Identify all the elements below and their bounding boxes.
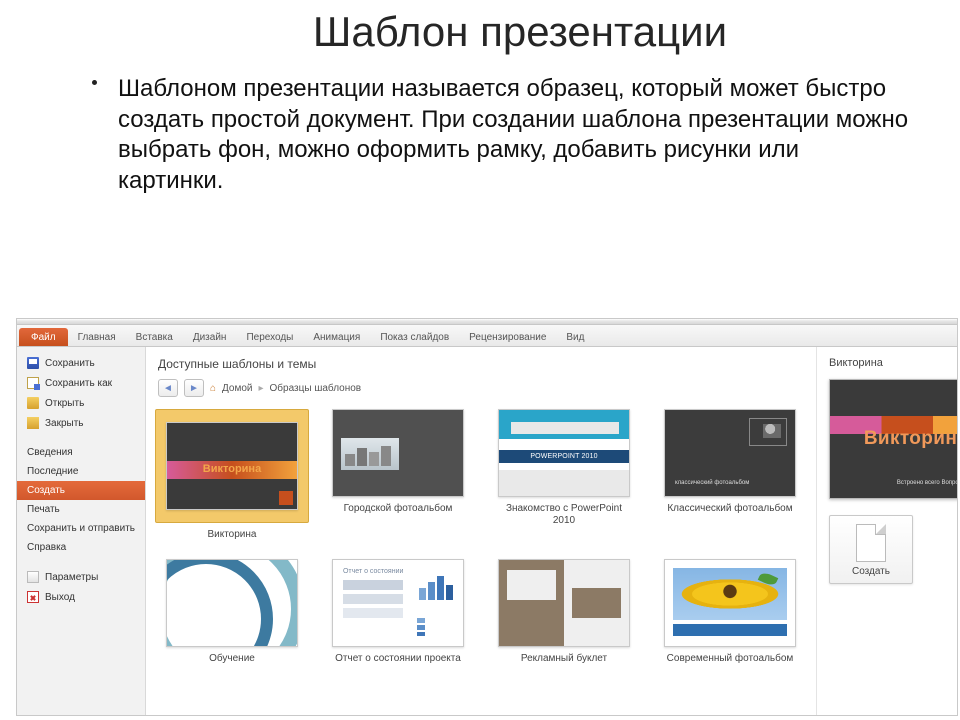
sidebar-options[interactable]: Параметры bbox=[17, 567, 145, 587]
save-as-icon bbox=[27, 377, 39, 389]
sidebar-exit-label: Выход bbox=[45, 592, 75, 603]
template-viktorina[interactable]: Викторина bbox=[158, 409, 306, 541]
template-label: Обучение bbox=[209, 653, 255, 665]
template-thumb: Современный фотоальбом bbox=[664, 559, 796, 647]
ribbon-tab-slideshow[interactable]: Показ слайдов bbox=[370, 328, 459, 346]
sidebar-exit[interactable]: Выход bbox=[17, 587, 145, 607]
slide-paragraph: Шаблоном презентации называется образец,… bbox=[118, 75, 908, 194]
thumb-caption: Отчет о состоянии bbox=[343, 568, 403, 575]
template-thumb bbox=[498, 559, 630, 647]
template-thumb bbox=[332, 409, 464, 497]
nav-back-button[interactable]: ◄ bbox=[158, 379, 178, 397]
sidebar-recent-label: Последние bbox=[27, 466, 78, 477]
chevron-right-icon: ▸ bbox=[259, 383, 264, 394]
sidebar-help[interactable]: Справка bbox=[17, 538, 145, 557]
options-icon bbox=[27, 571, 39, 583]
ppt-badge: POWERPOINT 2010 bbox=[499, 450, 629, 463]
ribbon-tab-transitions[interactable]: Переходы bbox=[236, 328, 303, 346]
ribbon-tab-home[interactable]: Главная bbox=[68, 328, 126, 346]
save-icon bbox=[27, 357, 39, 369]
sidebar-create[interactable]: Создать bbox=[17, 481, 145, 500]
sidebar-save[interactable]: Сохранить bbox=[17, 353, 145, 373]
app-window: Файл Главная Вставка Дизайн Переходы Ани… bbox=[16, 318, 958, 716]
preview-small-label: Встроено всего Вопросы и ответы bbox=[897, 480, 958, 488]
template-powerpoint-intro[interactable]: POWERPOINT 2010 Знакомство с PowerPoint … bbox=[490, 409, 638, 541]
template-education[interactable]: Обучение bbox=[158, 559, 306, 665]
template-modern-album[interactable]: Современный фотоальбом Современный фотоа… bbox=[656, 559, 804, 665]
sidebar-share[interactable]: Сохранить и отправить bbox=[17, 519, 145, 538]
template-thumb: POWERPOINT 2010 bbox=[498, 409, 630, 497]
breadcrumb-home[interactable]: Домой bbox=[222, 383, 252, 394]
template-label: Городской фотоальбом bbox=[344, 503, 453, 515]
sidebar-info-label: Сведения bbox=[27, 447, 73, 458]
template-classic-album[interactable]: классический фотоальбом Классический фот… bbox=[656, 409, 804, 541]
sidebar-print[interactable]: Печать bbox=[17, 500, 145, 519]
sidebar-recent[interactable]: Последние bbox=[17, 462, 145, 481]
slide-body: Шаблоном презентации называется образец,… bbox=[0, 56, 960, 197]
thumb-caption: классический фотоальбом bbox=[675, 480, 749, 486]
nav-forward-button[interactable]: ► bbox=[184, 379, 204, 397]
ribbon-tab-animation[interactable]: Анимация bbox=[303, 328, 370, 346]
template-label: Отчет о состоянии проекта bbox=[335, 653, 461, 665]
template-label: Викторина bbox=[207, 529, 256, 541]
template-label: Рекламный буклет bbox=[521, 653, 607, 665]
sidebar-help-label: Справка bbox=[27, 542, 66, 553]
template-city-album[interactable]: Городской фотоальбом bbox=[324, 409, 472, 541]
template-project-report[interactable]: Отчет о состоянии Отчет о состоянии прое… bbox=[324, 559, 472, 665]
slide-title: Шаблон презентации bbox=[80, 0, 960, 56]
ribbon-tab-view[interactable]: Вид bbox=[556, 328, 594, 346]
backstage-sidebar: Сохранить Сохранить как Открыть Закрыть … bbox=[17, 347, 146, 715]
thumb-caption: Современный фотоальбом bbox=[677, 628, 753, 634]
sidebar-close[interactable]: Закрыть bbox=[17, 413, 145, 433]
breadcrumb-current: Образцы шаблонов bbox=[270, 383, 362, 394]
close-file-icon bbox=[27, 417, 39, 429]
home-icon[interactable]: ⌂ bbox=[210, 383, 216, 394]
exit-icon bbox=[27, 591, 39, 603]
gallery-heading: Доступные шаблоны и темы bbox=[158, 357, 804, 371]
sidebar-save-as[interactable]: Сохранить как bbox=[17, 373, 145, 393]
open-icon bbox=[27, 397, 39, 409]
sidebar-save-label: Сохранить bbox=[45, 358, 95, 369]
template-gallery: Доступные шаблоны и темы ◄ ► ⌂ Домой ▸ О… bbox=[146, 347, 816, 715]
breadcrumb: ◄ ► ⌂ Домой ▸ Образцы шаблонов bbox=[158, 379, 804, 397]
template-label: Знакомство с PowerPoint 2010 bbox=[494, 503, 634, 527]
sidebar-info[interactable]: Сведения bbox=[17, 443, 145, 462]
template-label: Классический фотоальбом bbox=[667, 503, 792, 515]
sidebar-create-label: Создать bbox=[27, 485, 65, 496]
preview-thumbnail: Викторина Встроено всего Вопросы и ответ… bbox=[829, 379, 958, 499]
sidebar-print-label: Печать bbox=[27, 504, 60, 515]
create-button[interactable]: Создать bbox=[829, 515, 913, 584]
template-thumb bbox=[166, 422, 298, 510]
sidebar-save-as-label: Сохранить как bbox=[45, 378, 112, 389]
template-label: Современный фотоальбом bbox=[667, 653, 794, 665]
template-thumb bbox=[166, 559, 298, 647]
template-thumb: Отчет о состоянии bbox=[332, 559, 464, 647]
ribbon-tab-design[interactable]: Дизайн bbox=[183, 328, 237, 346]
preview-pane: Викторина Викторина Встроено всего Вопро… bbox=[816, 347, 958, 715]
ribbon-file-tab[interactable]: Файл bbox=[19, 328, 68, 346]
new-document-icon bbox=[856, 524, 886, 562]
ribbon-tab-insert[interactable]: Вставка bbox=[126, 328, 183, 346]
create-button-label: Создать bbox=[852, 566, 890, 577]
sidebar-share-label: Сохранить и отправить bbox=[27, 523, 135, 534]
ribbon: Файл Главная Вставка Дизайн Переходы Ани… bbox=[17, 325, 957, 347]
preview-big-label: Викторина bbox=[830, 428, 958, 450]
sidebar-options-label: Параметры bbox=[45, 572, 98, 583]
ribbon-tab-review[interactable]: Рецензирование bbox=[459, 328, 556, 346]
sidebar-close-label: Закрыть bbox=[45, 418, 84, 429]
preview-title: Викторина bbox=[829, 357, 958, 369]
sidebar-open[interactable]: Открыть bbox=[17, 393, 145, 413]
template-thumb: классический фотоальбом bbox=[664, 409, 796, 497]
template-booklet[interactable]: Рекламный буклет bbox=[490, 559, 638, 665]
sidebar-open-label: Открыть bbox=[45, 398, 84, 409]
bullet-icon bbox=[92, 80, 97, 85]
